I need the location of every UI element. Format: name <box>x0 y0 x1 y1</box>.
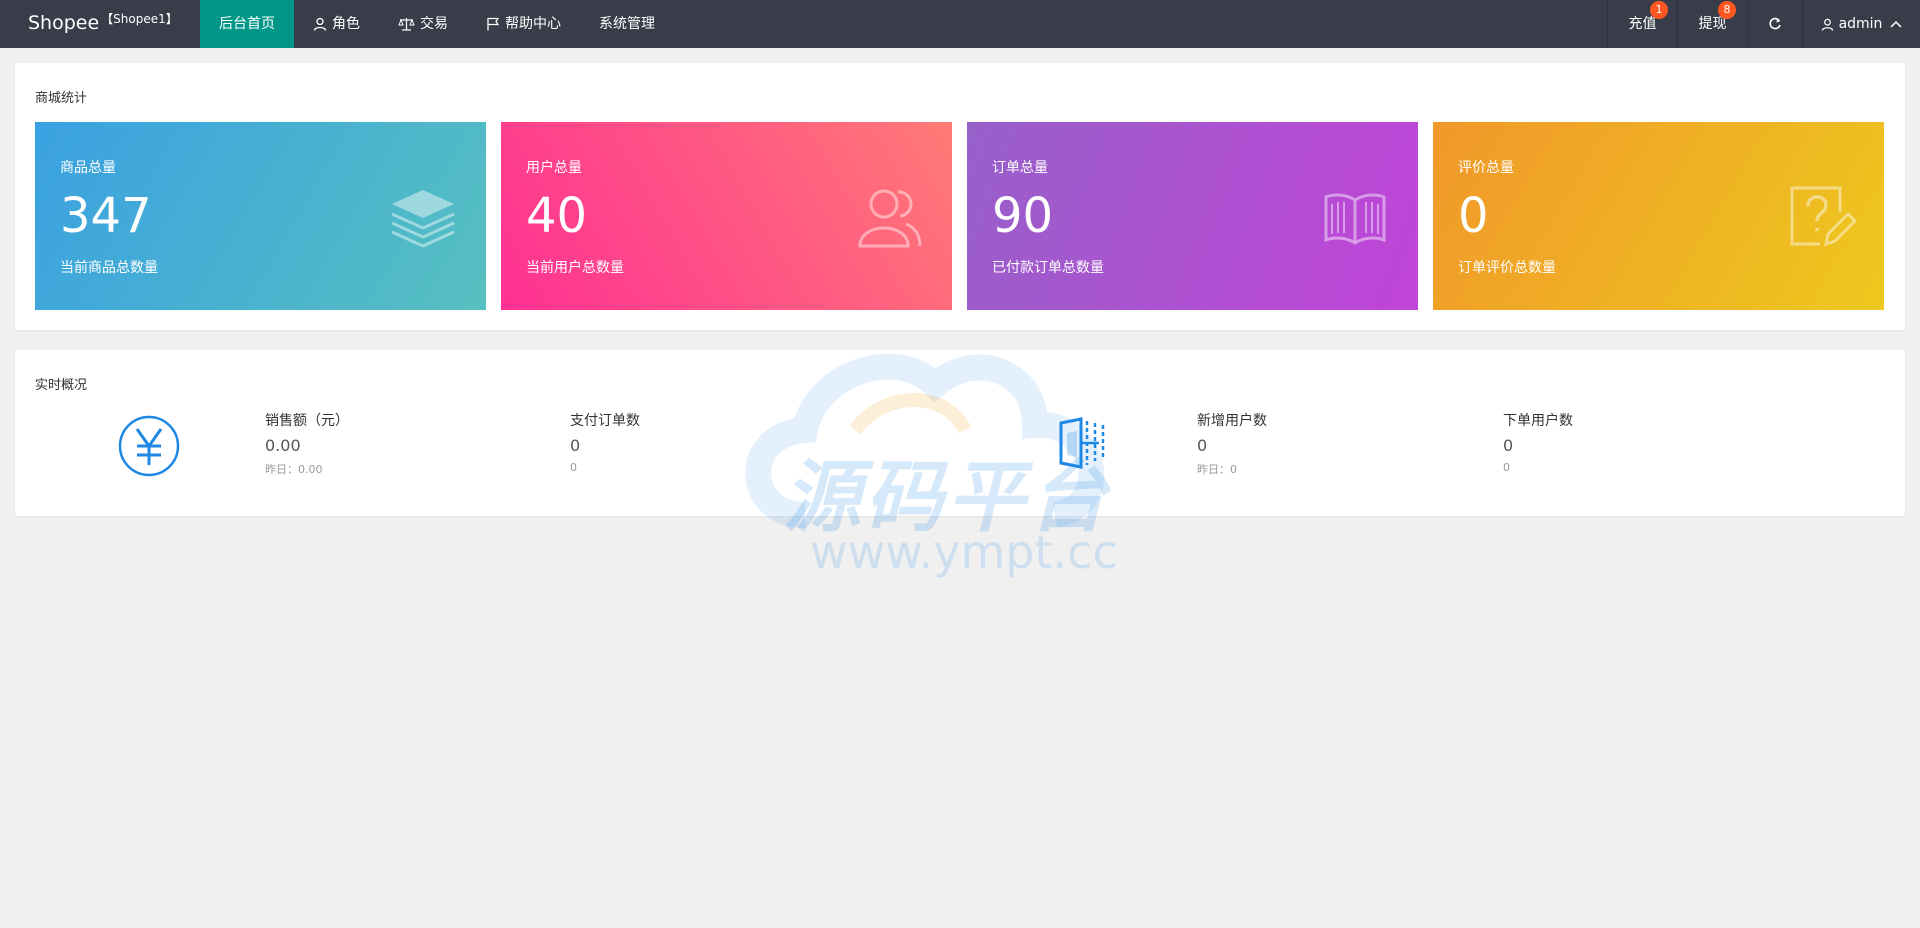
logo[interactable]: Shopee 【Shopee1】 <box>28 0 178 48</box>
stat-label: 商品总量 <box>60 160 116 176</box>
realtime-value: 0 <box>1197 436 1208 455</box>
scale-icon <box>398 18 415 31</box>
user-icon <box>313 17 327 31</box>
stat-label: 评价总量 <box>1458 160 1514 176</box>
realtime-sales: 销售额（元） 0.00 昨日：0.00 <box>265 410 349 477</box>
stat-card-reviews[interactable]: 评价总量 0 订单评价总数量 <box>1433 122 1884 310</box>
shop-name: 【Shopee1】 <box>101 12 178 26</box>
door-icon <box>1059 417 1105 469</box>
realtime-label: 新增用户数 <box>1197 413 1267 429</box>
stat-label: 用户总量 <box>526 160 582 176</box>
top-header: Shopee 【Shopee1】 后台首页 角色 交易 帮助中心 系统管理 充值 … <box>0 0 1920 48</box>
user-menu[interactable]: admin <box>1802 0 1920 48</box>
nav-trade-label: 交易 <box>420 16 448 32</box>
refresh-icon <box>1769 17 1781 30</box>
nav-role[interactable]: 角色 <box>294 0 379 48</box>
stat-value: 90 <box>992 188 1054 244</box>
realtime-value: 0 <box>570 436 581 455</box>
user-icon <box>1821 18 1833 31</box>
nav-help-label: 帮助中心 <box>505 16 561 32</box>
mall-stats-title: 商城统计 <box>35 91 88 106</box>
stat-desc: 已付款订单总数量 <box>992 260 1104 276</box>
realtime-panel: 实时概况 销售额（元） 0.00 昨日：0.00 支付订单数 0 0 新增用户数… <box>15 350 1905 516</box>
stat-desc: 当前商品总数量 <box>60 260 158 276</box>
recharge-button[interactable]: 充值 1 <box>1607 0 1677 48</box>
realtime-sub: 昨日：0.00 <box>265 463 323 476</box>
layers-icon <box>391 190 455 248</box>
nav-trade[interactable]: 交易 <box>379 0 467 48</box>
stat-value: 40 <box>526 188 588 244</box>
refresh-button[interactable] <box>1747 0 1802 48</box>
realtime-sub: 0 <box>570 461 577 474</box>
withdraw-button[interactable]: 提现 8 <box>1677 0 1747 48</box>
mall-stats-panel: 商城统计 商品总量 347 当前商品总数量 用户总量 40 当前用户总数量 订单… <box>15 63 1905 330</box>
realtime-value: 0 <box>1503 436 1514 455</box>
nav-help[interactable]: 帮助中心 <box>467 0 580 48</box>
question-edit-icon <box>1790 186 1856 247</box>
yuan-icon <box>118 415 180 477</box>
main-nav: 后台首页 角色 交易 帮助中心 系统管理 <box>200 0 674 48</box>
flag-icon <box>487 17 500 31</box>
realtime-label: 下单用户数 <box>1503 413 1573 429</box>
stat-card-products[interactable]: 商品总量 347 当前商品总数量 <box>35 122 486 310</box>
realtime-value: 0.00 <box>265 436 301 455</box>
stat-card-users[interactable]: 用户总量 40 当前用户总数量 <box>501 122 952 310</box>
stat-value: 347 <box>60 188 152 244</box>
watermark-url: www.ympt.cc <box>810 525 1118 579</box>
realtime-ordering-users: 下单用户数 0 0 <box>1503 410 1573 474</box>
realtime-paid-orders: 支付订单数 0 0 <box>570 410 640 474</box>
users-icon <box>858 189 922 248</box>
realtime-label: 销售额（元） <box>265 413 349 429</box>
realtime-label: 支付订单数 <box>570 413 640 429</box>
stat-desc: 订单评价总数量 <box>1458 260 1556 276</box>
stat-value: 0 <box>1458 188 1489 244</box>
withdraw-badge: 8 <box>1718 1 1736 19</box>
right-nav: 充值 1 提现 8 admin <box>1607 0 1920 48</box>
chevron-up-icon <box>1890 20 1902 28</box>
username: admin <box>1838 16 1883 32</box>
nav-home-label: 后台首页 <box>219 16 275 32</box>
recharge-badge: 1 <box>1650 1 1668 19</box>
realtime-sub: 0 <box>1503 461 1510 474</box>
nav-system-label: 系统管理 <box>599 16 655 32</box>
realtime-new-users: 新增用户数 0 昨日：0 <box>1197 410 1267 477</box>
nav-home[interactable]: 后台首页 <box>200 0 294 48</box>
realtime-sub: 昨日：0 <box>1197 463 1237 476</box>
realtime-title: 实时概况 <box>35 378 88 393</box>
stat-label: 订单总量 <box>992 160 1048 176</box>
book-icon <box>1324 193 1386 245</box>
stat-desc: 当前用户总数量 <box>526 260 624 276</box>
logo-text: Shopee <box>28 12 100 34</box>
nav-system[interactable]: 系统管理 <box>580 0 674 48</box>
stat-card-orders[interactable]: 订单总量 90 已付款订单总数量 <box>967 122 1418 310</box>
nav-role-label: 角色 <box>332 16 360 32</box>
